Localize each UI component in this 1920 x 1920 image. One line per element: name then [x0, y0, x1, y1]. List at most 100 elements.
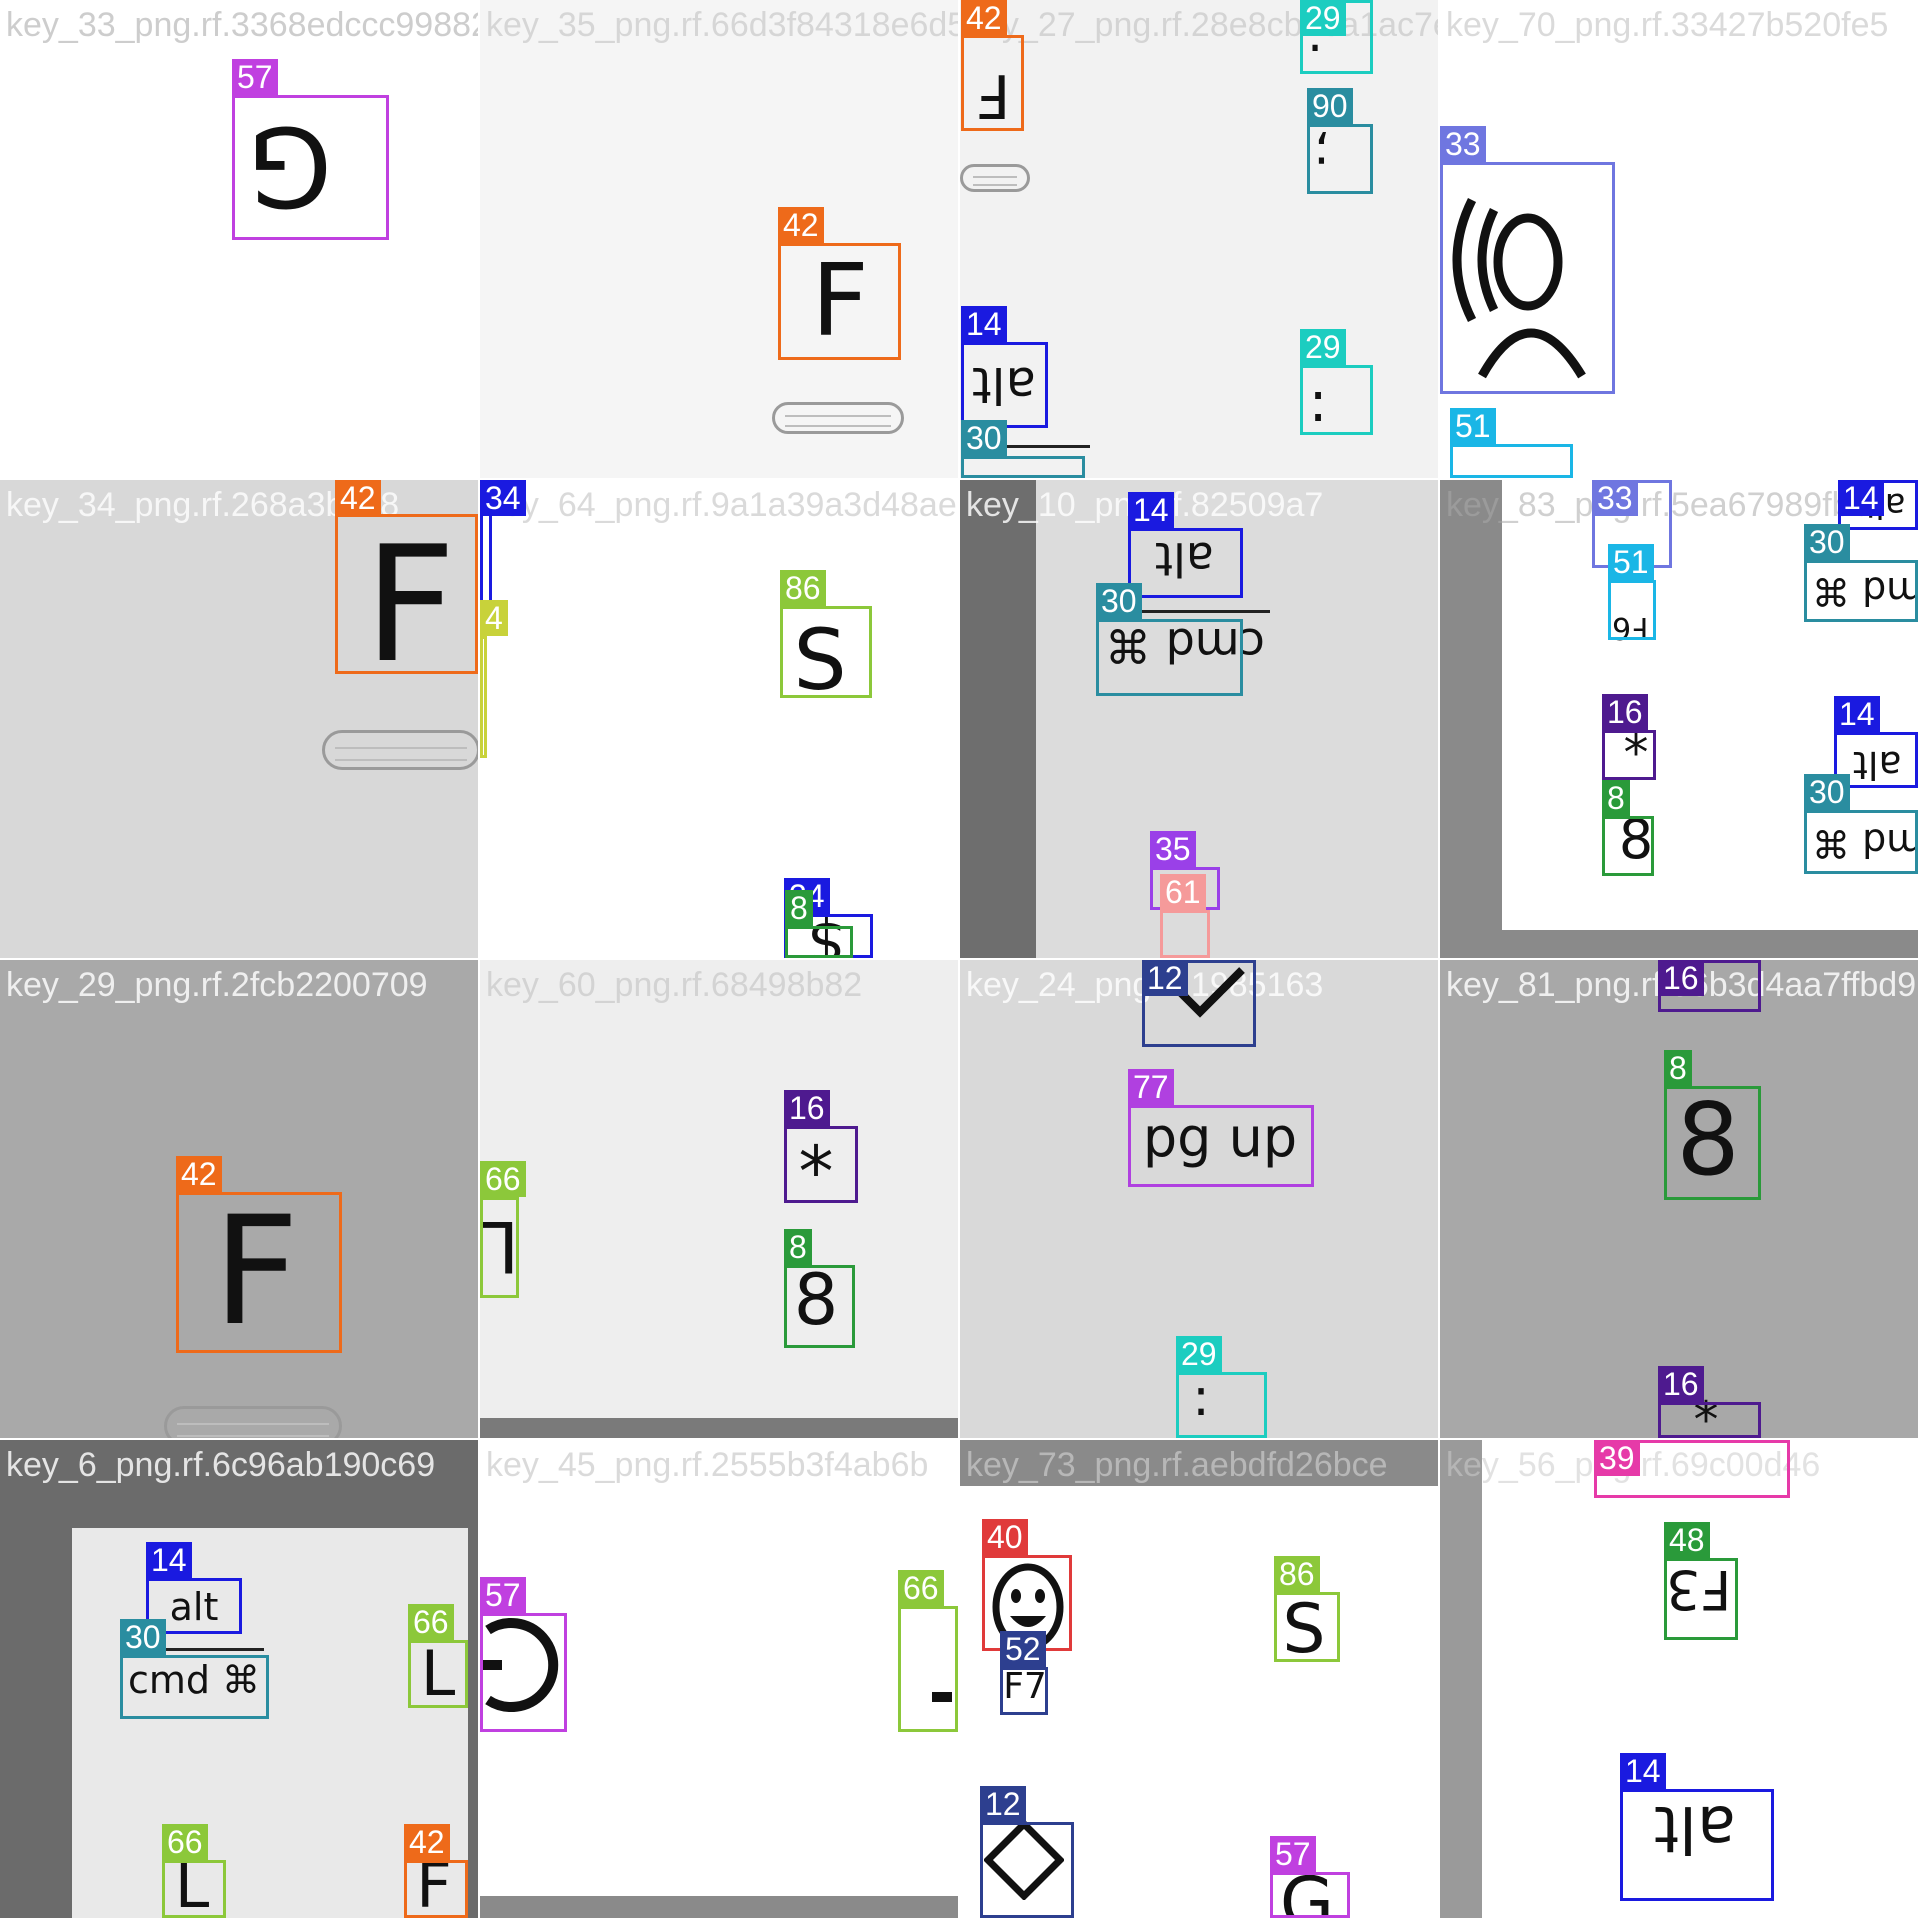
bounding-box — [980, 1822, 1074, 1918]
class-label-tag: 39 — [1594, 1440, 1640, 1476]
keyboard-bump-icon — [772, 402, 904, 434]
bounding-box — [480, 1613, 567, 1732]
class-label-tag: 42 — [176, 1156, 222, 1192]
bounding-box — [1804, 810, 1918, 874]
bounding-box — [784, 1126, 858, 1203]
class-label-tag: 66 — [408, 1604, 454, 1640]
bounding-box — [785, 926, 853, 958]
tile-6: key_64_png.rf.9a1a39a3d48ae5 S $ 3448634… — [480, 480, 958, 958]
bounding-box — [1128, 528, 1243, 598]
class-label-tag: 77 — [1128, 1069, 1174, 1105]
bounding-box — [784, 1265, 855, 1348]
tile-filename: key_35_png.rf.66d3f84318e6d5f0b2898 — [486, 6, 958, 44]
bounding-box — [480, 1197, 519, 1298]
class-label-tag: 30 — [961, 420, 1007, 456]
class-label-tag: 57 — [480, 1577, 526, 1613]
tile-edge-shade — [1440, 930, 1918, 958]
tile-10: key_60_png.rf.68498b82 L * 8 66 16 8 — [480, 960, 958, 1438]
tile-filename: key_33_png.rf.3368edccc99882.36a — [6, 6, 478, 44]
class-label-tag: 8 — [1602, 780, 1630, 816]
class-label-tag: 4 — [480, 600, 508, 636]
class-label-tag: 57 — [1270, 1836, 1316, 1872]
tile-filename: key_70_png.rf.33427b520fe5 — [1446, 6, 1889, 44]
class-label-tag: 30 — [1804, 524, 1850, 560]
class-label-tag: 66 — [898, 1570, 944, 1606]
bounding-box — [1160, 910, 1210, 958]
class-label-tag: 48 — [1664, 1522, 1710, 1558]
class-label-tag: 34 — [480, 480, 526, 516]
tile-5: key_34_png.rf.268a3bec8 F 42 — [0, 480, 478, 958]
class-label-tag: 90 — [1307, 88, 1353, 124]
bounding-box — [1804, 560, 1918, 622]
bounding-box — [162, 1860, 226, 1918]
class-label-tag: 29 — [1176, 1336, 1222, 1372]
class-label-tag: 42 — [961, 0, 1007, 36]
tile-9: key_29_png.rf.2fcb2200709 F 42 — [0, 960, 478, 1438]
bounding-box — [1602, 730, 1656, 780]
bounding-box — [480, 636, 487, 758]
class-label-tag: 30 — [1096, 583, 1142, 619]
tile-2: key_35_png.rf.66d3f84318e6d5f0b2898 F 42 — [480, 0, 958, 478]
class-label-tag: 33 — [1592, 480, 1638, 516]
class-label-tag: 66 — [480, 1161, 526, 1197]
class-label-tag: 42 — [778, 207, 824, 243]
tile-11: key_24_png.rf.1985163 pg up : 127729 — [960, 960, 1438, 1438]
class-label-tag: 16 — [1658, 960, 1704, 996]
bounding-box — [1307, 124, 1373, 194]
bounding-box — [404, 1860, 468, 1918]
tile-1: key_33_png.rf.3368edccc99882.36a G 57 — [0, 0, 478, 478]
class-label-tag: 16 — [1602, 694, 1648, 730]
tile-edge-shade — [1440, 1440, 1482, 1918]
class-label-tag: 14 — [1834, 696, 1880, 732]
bounding-box — [1658, 1402, 1761, 1438]
bounding-box — [1176, 1372, 1267, 1438]
tile-filename: key_6_png.rf.6c96ab190c69 — [6, 1446, 436, 1484]
bounding-box — [1664, 1086, 1761, 1200]
tile-filename: key_45_png.rf.2555b3f4ab6b — [486, 1446, 929, 1484]
class-label-tag: 8 — [1664, 1050, 1692, 1086]
tile-edge-shade — [1440, 480, 1502, 958]
bounding-box — [780, 606, 872, 698]
tile-3: key_27_png.rf.28e8cb23a1ac7e325 F : ; al… — [960, 0, 1438, 478]
tile-edge-shade — [480, 1418, 958, 1438]
bounding-box — [335, 514, 478, 674]
class-label-tag: 29 — [1300, 0, 1346, 36]
bounding-box — [1000, 1667, 1048, 1715]
bounding-box — [1274, 1592, 1340, 1662]
bounding-box — [1664, 1558, 1738, 1640]
tile-8: key_83_png.rf.5ea67989fbb F6 * 8 alt cmd… — [1440, 480, 1918, 958]
bounding-box — [898, 1606, 958, 1732]
class-label-tag: 35 — [1150, 831, 1196, 867]
class-label-tag: 57 — [232, 59, 278, 95]
class-label-tag: 40 — [982, 1519, 1028, 1555]
class-label-tag: 51 — [1450, 408, 1496, 444]
bounding-box — [408, 1640, 468, 1708]
tile-13: key_6_png.rf.6c96ab190c69 alt cmd ⌘ L L … — [0, 1440, 478, 1918]
keyboard-bump-icon — [960, 164, 1030, 192]
bounding-box — [961, 456, 1085, 478]
class-label-tag: 14 — [1128, 492, 1174, 528]
class-label-tag: 14 — [961, 306, 1007, 342]
class-label-tag: 8 — [784, 1229, 812, 1265]
class-label-tag: 14 — [1838, 480, 1884, 516]
tile-15: key_73_png.rf.aebdfd26bce F7 S G 40 52 86 1… — [960, 1440, 1438, 1918]
tile-4: key_70_png.rf.33427b520fe5 33 51 — [1440, 0, 1918, 478]
tile-filename: key_73_png.rf.aebdfd26bce — [966, 1446, 1388, 1484]
bounding-box — [176, 1192, 342, 1353]
bounding-box — [480, 500, 492, 612]
bounding-box — [961, 35, 1024, 131]
tile-edge-shade — [960, 480, 1036, 958]
class-label-tag: 61 — [1160, 874, 1206, 910]
tile-7: key_10_png.rf.82509a7 alt cmd ⌘ — 143035… — [960, 480, 1438, 958]
bounding-box — [232, 95, 389, 240]
bounding-box — [1620, 1789, 1774, 1901]
class-label-tag: 30 — [1804, 774, 1850, 810]
bounding-box — [1270, 1872, 1350, 1918]
class-label-tag: 33 — [1440, 126, 1486, 162]
keyboard-bump-icon — [164, 1406, 342, 1438]
class-label-tag: 14 — [146, 1542, 192, 1578]
class-label-tag: 51 — [1608, 544, 1654, 580]
bounding-box — [1608, 580, 1656, 640]
class-label-tag: 30 — [120, 1619, 166, 1655]
bounding-box — [1096, 619, 1243, 696]
